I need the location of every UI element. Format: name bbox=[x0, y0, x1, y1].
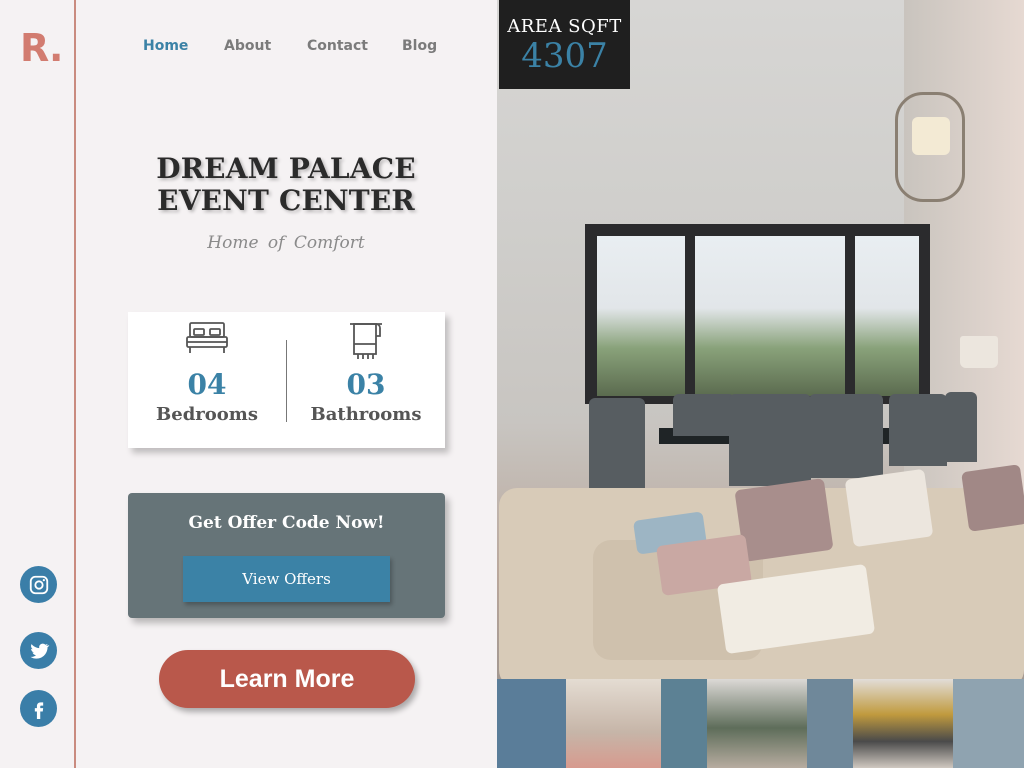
page-title: DREAM PALACE EVENT CENTER bbox=[156, 152, 416, 217]
bathrooms-label: Bathrooms bbox=[310, 404, 422, 425]
facebook-icon[interactable] bbox=[20, 690, 57, 727]
area-label: AREA SQFT bbox=[507, 16, 622, 37]
learn-more-button[interactable]: Learn More bbox=[159, 650, 415, 708]
photo-window bbox=[585, 224, 930, 404]
nav-home[interactable]: Home bbox=[143, 38, 188, 54]
thumbnail-6[interactable] bbox=[853, 679, 953, 768]
towel-icon bbox=[350, 323, 382, 359]
bathrooms-count: 03 bbox=[346, 368, 386, 401]
thumbnail-2[interactable] bbox=[566, 679, 661, 768]
bedrooms-label: Bedrooms bbox=[156, 404, 258, 425]
thumbnail-strip bbox=[497, 679, 1024, 768]
nav-about[interactable]: About bbox=[224, 38, 271, 54]
thumbnail-1[interactable] bbox=[497, 679, 566, 768]
instagram-icon[interactable] bbox=[20, 566, 57, 603]
thumbnail-7[interactable] bbox=[953, 679, 1024, 768]
area-value: 4307 bbox=[521, 36, 608, 76]
tagline: Home of Comfort bbox=[207, 233, 365, 253]
thumbnail-3[interactable] bbox=[661, 679, 707, 768]
bed-icon bbox=[186, 322, 228, 353]
nav-blog[interactable]: Blog bbox=[402, 38, 437, 54]
offer-panel: Get Offer Code Now! View Offers bbox=[128, 493, 445, 618]
hero-photo bbox=[497, 0, 1024, 768]
thumbnail-5[interactable] bbox=[807, 679, 853, 768]
view-offers-button[interactable]: View Offers bbox=[183, 556, 390, 602]
area-badge: AREA SQFT 4307 bbox=[499, 0, 630, 89]
photo-lamp bbox=[960, 336, 998, 368]
thumbnail-4[interactable] bbox=[707, 679, 807, 768]
twitter-icon[interactable] bbox=[20, 632, 57, 669]
bathrooms-stat: 03 Bathrooms bbox=[287, 312, 445, 448]
nav-contact[interactable]: Contact bbox=[307, 38, 368, 54]
photo-chandelier bbox=[895, 92, 965, 202]
room-stats-card: 04 Bedrooms 03 Bathrooms bbox=[128, 312, 445, 448]
bedrooms-stat: 04 Bedrooms bbox=[128, 312, 286, 448]
brand-logo[interactable]: R. bbox=[20, 26, 63, 70]
offer-heading: Get Offer Code Now! bbox=[188, 513, 385, 533]
bedrooms-count: 04 bbox=[187, 368, 227, 401]
